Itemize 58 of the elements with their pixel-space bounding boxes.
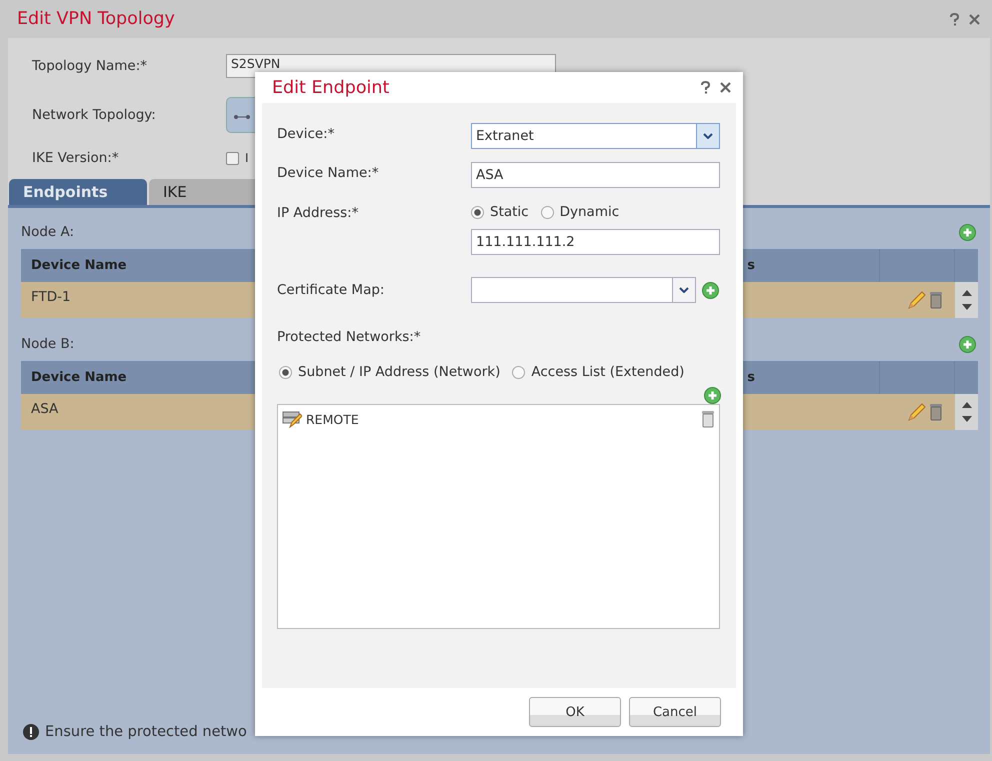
field-label: Topology Name:* bbox=[32, 58, 148, 74]
trash-icon[interactable] bbox=[701, 410, 715, 428]
field-label: Protected Networks:* bbox=[277, 329, 422, 345]
radio-button[interactable] bbox=[471, 206, 484, 218]
dialog-title: Edit Endpoint bbox=[272, 78, 390, 98]
move-down-icon[interactable] bbox=[962, 416, 972, 422]
radio-label: Subnet / IP Address (Network) bbox=[298, 364, 500, 380]
field-label: Network Topology: bbox=[32, 107, 157, 123]
close-icon[interactable] bbox=[969, 14, 980, 24]
trash-icon[interactable] bbox=[929, 403, 943, 421]
table-cell-text: FTD-1 bbox=[30, 288, 72, 307]
dialog-button[interactable]: Cancel bbox=[629, 697, 721, 727]
node-label: Node A: bbox=[21, 224, 74, 240]
help-icon[interactable] bbox=[701, 81, 710, 94]
field-label: IKE Version:* bbox=[32, 150, 120, 166]
node-label: Node B: bbox=[21, 336, 74, 352]
column-header: Device Name bbox=[30, 257, 128, 275]
close-icon[interactable] bbox=[720, 82, 731, 93]
radio-label: Static bbox=[490, 204, 529, 220]
network-name: REMOTE bbox=[306, 412, 359, 426]
add-icon[interactable] bbox=[959, 224, 976, 240]
radio-button[interactable] bbox=[540, 206, 554, 218]
device-dropdown[interactable]: Extranet bbox=[471, 123, 720, 149]
field-label: Certificate Map: bbox=[277, 282, 386, 298]
chevron-down-icon bbox=[679, 287, 689, 293]
add-icon[interactable] bbox=[704, 387, 721, 404]
column-header: s bbox=[746, 369, 756, 387]
radio-label: Dynamic bbox=[560, 204, 620, 220]
field-label: Device:* bbox=[277, 125, 336, 144]
radio-button[interactable] bbox=[512, 366, 526, 378]
chevron-down-icon bbox=[703, 133, 713, 139]
device-name-field[interactable]: ASA bbox=[471, 162, 720, 188]
dialog-button[interactable]: OK bbox=[529, 697, 621, 727]
radio-label: Access List (Extended) bbox=[531, 364, 684, 380]
warning-icon bbox=[23, 724, 39, 740]
field-label: IP Address:* bbox=[277, 205, 360, 223]
window-title: Edit VPN Topology bbox=[17, 9, 175, 29]
radio-button[interactable] bbox=[279, 366, 292, 378]
edit-pencil-icon[interactable] bbox=[907, 402, 927, 422]
move-up-icon[interactable] bbox=[962, 290, 972, 296]
move-down-icon[interactable] bbox=[962, 304, 972, 310]
add-icon[interactable] bbox=[959, 336, 976, 352]
certificate-map-dropdown[interactable] bbox=[471, 277, 696, 303]
move-up-icon[interactable] bbox=[962, 402, 972, 408]
add-icon[interactable] bbox=[702, 282, 719, 298]
tab[interactable]: Endpoints bbox=[9, 179, 147, 205]
help-icon[interactable] bbox=[950, 12, 959, 26]
checkbox-label: I bbox=[245, 151, 249, 165]
notice-text: Ensure the protected netwo bbox=[45, 724, 247, 740]
edit-pencil-icon[interactable] bbox=[907, 290, 927, 310]
column-header: s bbox=[746, 257, 756, 275]
ip-address-field[interactable]: 111.111.111.2 bbox=[471, 229, 720, 255]
network-object-icon bbox=[282, 410, 302, 428]
trash-icon[interactable] bbox=[929, 291, 943, 309]
column-header: Device Name bbox=[30, 369, 128, 387]
point-to-point-icon bbox=[233, 114, 251, 120]
table-cell-text: ASA bbox=[30, 400, 60, 419]
checkbox[interactable] bbox=[226, 152, 239, 164]
